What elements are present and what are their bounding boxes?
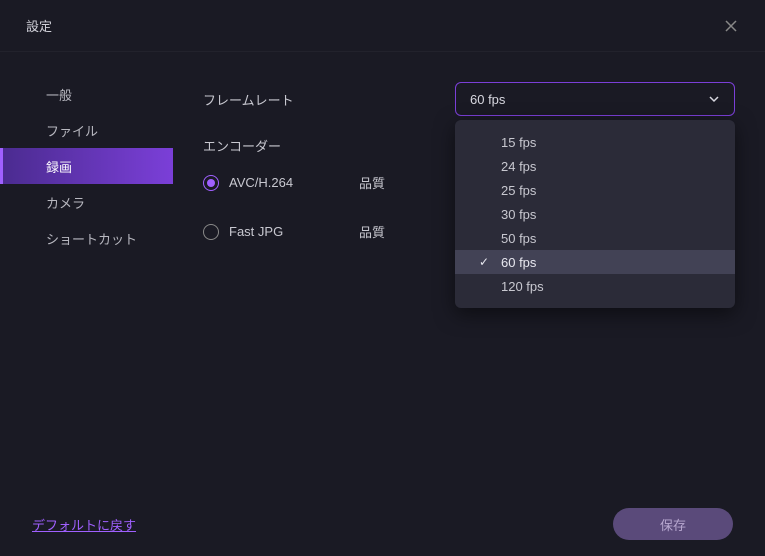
sidebar-item-camera[interactable]: カメラ	[0, 184, 173, 220]
framerate-option-60[interactable]: 60 fps	[455, 250, 735, 274]
sidebar: 一般 ファイル 録画 カメラ ショートカット	[0, 52, 173, 492]
framerate-row: フレームレート 60 fps 15 fps 24 fps 25 fps 30 f…	[203, 82, 735, 116]
dialog-body: 一般 ファイル 録画 カメラ ショートカット フレームレート 60 fps	[0, 52, 765, 492]
sidebar-item-label: 一般	[46, 85, 72, 104]
close-icon	[724, 19, 738, 33]
chevron-down-icon	[708, 93, 720, 105]
sidebar-item-label: ファイル	[46, 121, 98, 140]
save-button[interactable]: 保存	[613, 508, 733, 540]
framerate-option-25[interactable]: 25 fps	[455, 178, 735, 202]
quality-label-avc: 品質	[359, 173, 385, 192]
framerate-select[interactable]: 60 fps	[455, 82, 735, 116]
dropdown-item-label: 60 fps	[501, 255, 536, 270]
sidebar-item-file[interactable]: ファイル	[0, 112, 173, 148]
encoder-radio-avc[interactable]	[203, 175, 219, 191]
sidebar-item-general[interactable]: 一般	[0, 76, 173, 112]
framerate-option-24[interactable]: 24 fps	[455, 154, 735, 178]
encoder-radio-fastjpg[interactable]	[203, 224, 219, 240]
framerate-dropdown: 15 fps 24 fps 25 fps 30 fps 50 fps 60 fp…	[455, 120, 735, 308]
sidebar-item-recording[interactable]: 録画	[0, 148, 173, 184]
framerate-label: フレームレート	[203, 90, 294, 109]
sidebar-item-shortcut[interactable]: ショートカット	[0, 220, 173, 256]
framerate-option-30[interactable]: 30 fps	[455, 202, 735, 226]
titlebar: 設定	[0, 0, 765, 52]
framerate-select-wrapper: 60 fps 15 fps 24 fps 25 fps 30 fps 50 fp…	[455, 82, 735, 116]
encoder-radio-label: AVC/H.264	[229, 175, 359, 190]
framerate-option-15[interactable]: 15 fps	[455, 130, 735, 154]
content-area: フレームレート 60 fps 15 fps 24 fps 25 fps 30 f…	[173, 52, 765, 492]
dialog-title: 設定	[26, 16, 52, 35]
framerate-selected-value: 60 fps	[470, 92, 505, 107]
sidebar-item-label: 録画	[46, 157, 72, 176]
dropdown-item-label: 50 fps	[501, 231, 536, 246]
dropdown-item-label: 30 fps	[501, 207, 536, 222]
close-button[interactable]	[717, 12, 745, 40]
dropdown-item-label: 15 fps	[501, 135, 536, 150]
sidebar-item-label: ショートカット	[46, 229, 137, 248]
sidebar-item-label: カメラ	[46, 193, 85, 212]
quality-label-fastjpg: 品質	[359, 222, 385, 241]
dropdown-item-label: 25 fps	[501, 183, 536, 198]
dropdown-item-label: 120 fps	[501, 279, 544, 294]
dropdown-item-label: 24 fps	[501, 159, 536, 174]
dialog-footer: デフォルトに戻す 保存	[0, 492, 765, 556]
framerate-option-120[interactable]: 120 fps	[455, 274, 735, 298]
encoder-radio-label: Fast JPG	[229, 224, 359, 239]
reset-defaults-link[interactable]: デフォルトに戻す	[32, 515, 136, 534]
framerate-option-50[interactable]: 50 fps	[455, 226, 735, 250]
